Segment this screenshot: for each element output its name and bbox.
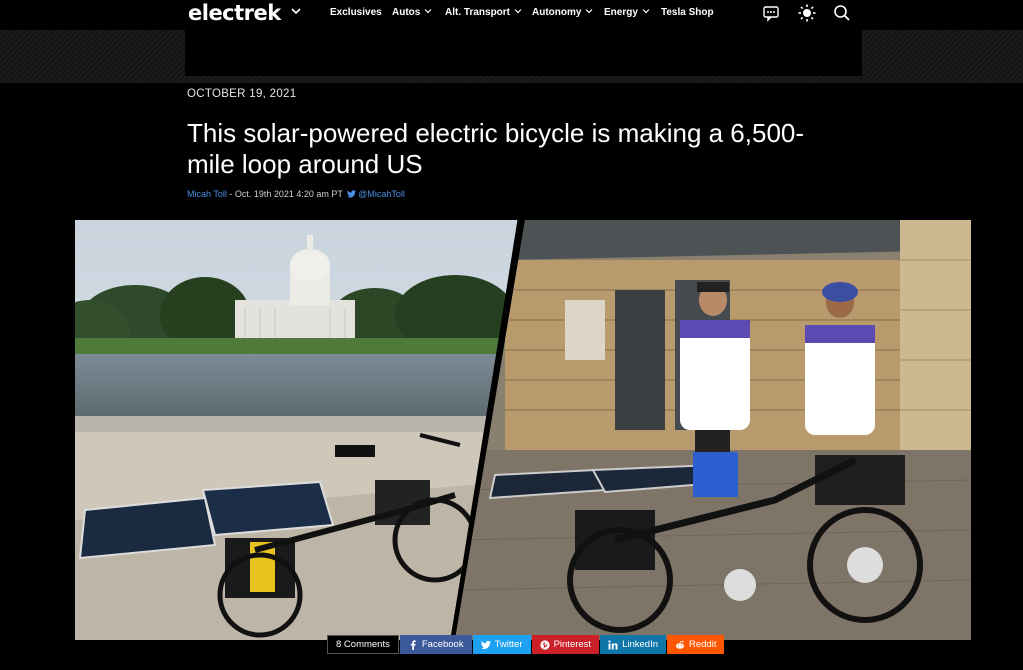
linkedin-icon (608, 639, 618, 649)
byline-timestamp: - Oct. 19th 2021 4:20 am PT (226, 189, 346, 199)
reddit-share-button[interactable]: Reddit (667, 635, 725, 654)
site-logo[interactable]: electrek (188, 1, 281, 25)
riders-scene (455, 220, 971, 640)
twitter-icon (480, 640, 491, 649)
author-link[interactable]: Micah Toll (187, 189, 227, 199)
reddit-label: Reddit (689, 639, 717, 650)
facebook-icon (410, 639, 416, 650)
twitter-label: Twitter (494, 639, 523, 650)
twitter-handle-link[interactable]: @MicahToll (358, 189, 405, 199)
nav-item-label: Exclusives (330, 7, 382, 18)
twitter-share-button[interactable]: Twitter (472, 635, 531, 654)
nav-item-autonomy[interactable]: Autonomy (532, 7, 593, 18)
chevron-down-icon (586, 9, 593, 14)
facebook-label: Facebook (421, 639, 464, 650)
article-date: OCTOBER 19, 2021 (187, 88, 297, 100)
nav-item-exclusives[interactable]: Exclusives (330, 7, 382, 18)
nav-item-tesla-shop[interactable]: Tesla Shop (661, 7, 714, 18)
search-icon[interactable] (832, 3, 852, 23)
chevron-down-icon (642, 9, 650, 14)
chevron-down-icon (424, 9, 432, 14)
chevron-down-icon (514, 9, 522, 14)
nav-item-label: Autonomy (532, 7, 582, 18)
pinterest-share-button[interactable]: Pinterest (531, 635, 600, 654)
nav-item-label: Tesla Shop (661, 7, 714, 18)
hero-image (75, 220, 971, 640)
comments-button[interactable]: 8 Comments (327, 635, 399, 654)
nav-item-autos[interactable]: Autos (392, 7, 432, 18)
nav-item-label: Alt. Transport (445, 7, 511, 18)
capitol-scene (75, 220, 520, 640)
chevron-down-icon[interactable] (290, 5, 302, 17)
chat-icon[interactable] (761, 3, 781, 23)
nav-item-label: Energy (604, 7, 638, 18)
pinterest-label: Pinterest (553, 639, 592, 650)
pinterest-icon (539, 639, 550, 650)
nav-item-alt-transport[interactable]: Alt. Transport (445, 7, 522, 18)
article-title: This solar-powered electric bicycle is m… (187, 118, 805, 179)
brightness-icon[interactable] (797, 3, 817, 23)
byline: Micah Toll - Oct. 19th 2021 4:20 am PT @… (187, 189, 405, 199)
reddit-icon (676, 640, 684, 649)
share-bar: 8 Comments Facebook Twitter Pinterest Li… (327, 635, 725, 654)
top-navigation: electrek Exclusives Autos Alt. Transport… (0, 0, 1023, 27)
linkedin-label: LinkedIn (622, 639, 658, 650)
linkedin-share-button[interactable]: LinkedIn (600, 635, 666, 654)
twitter-icon (347, 190, 357, 198)
nav-item-energy[interactable]: Energy (604, 7, 650, 18)
comments-label: 8 Comments (336, 639, 390, 650)
facebook-share-button[interactable]: Facebook (399, 635, 472, 654)
nav-item-label: Autos (392, 7, 421, 18)
ad-slot (185, 30, 862, 76)
